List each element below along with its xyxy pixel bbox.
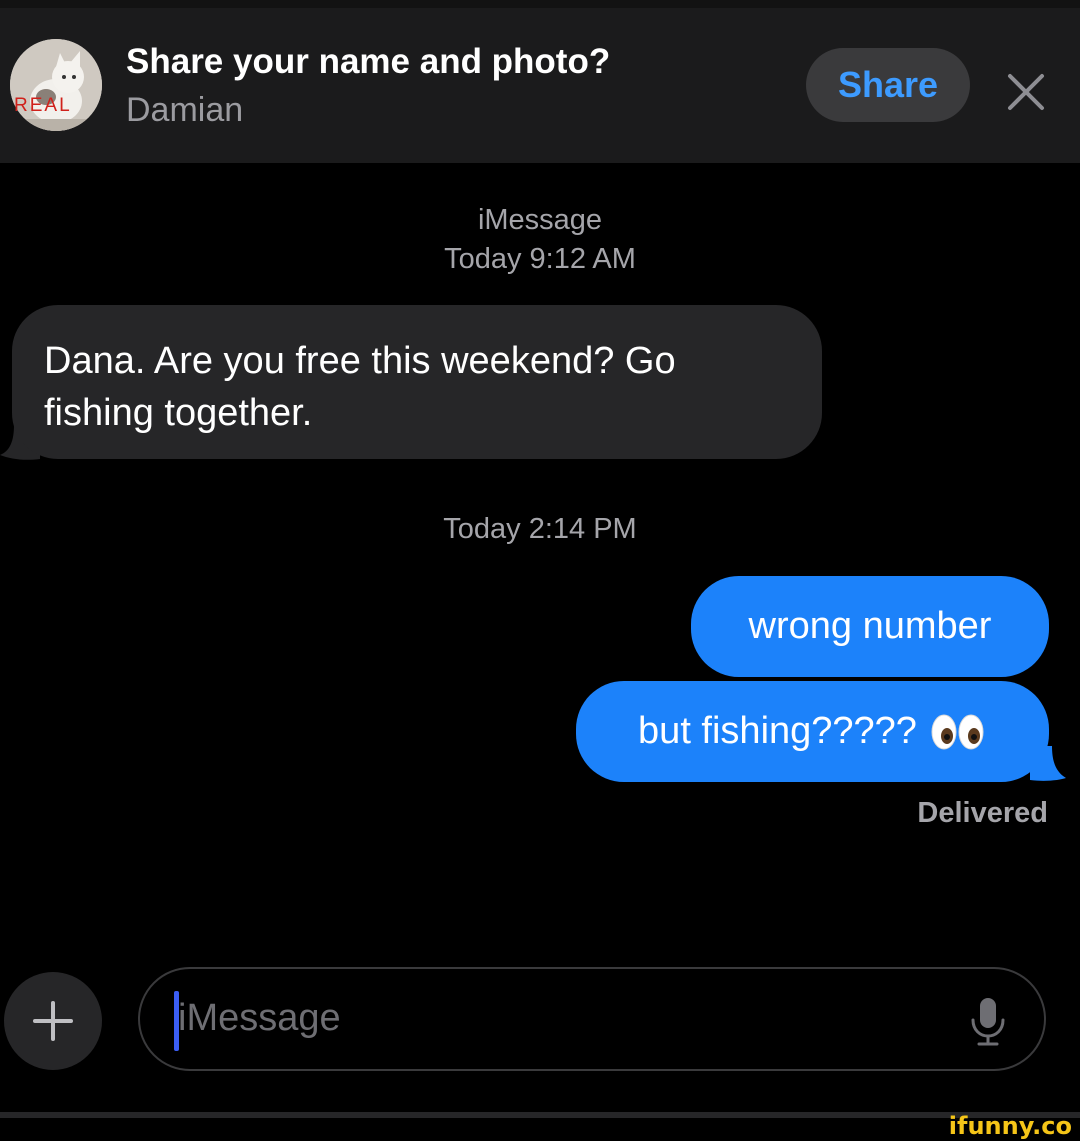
- plus-icon: [33, 1001, 73, 1041]
- outgoing-message-bubble[interactable]: but fishing?????: [576, 681, 1049, 782]
- add-attachment-button[interactable]: [4, 972, 102, 1070]
- eyes-emoji-icon: [931, 714, 984, 749]
- share-button[interactable]: Share: [806, 48, 970, 122]
- incoming-message-bubble[interactable]: Dana. Are you free this weekend? Go fish…: [12, 305, 822, 459]
- service-label: iMessage: [477, 204, 603, 236]
- cat-photo-icon: [10, 39, 102, 131]
- status-strip: [0, 0, 1080, 8]
- share-name-photo-banner: REAL Share your name and photo? Damian S…: [0, 8, 1080, 163]
- divider: [0, 1112, 1080, 1118]
- message-input[interactable]: iMessage: [138, 967, 1046, 1071]
- avatar[interactable]: [10, 39, 102, 131]
- close-icon[interactable]: [1004, 70, 1048, 114]
- message-input-placeholder: iMessage: [178, 997, 341, 1039]
- timestamp: Today 9:12 AM: [444, 243, 636, 275]
- delivery-status: Delivered: [917, 797, 1048, 829]
- message-text: Dana. Are you free this weekend? Go fish…: [44, 340, 676, 434]
- timestamp: Today 2:14 PM: [443, 513, 637, 545]
- banner-name: Damian: [126, 91, 244, 129]
- message-text: wrong number: [748, 605, 992, 647]
- avatar-logo-text: REAL: [14, 95, 72, 116]
- microphone-icon[interactable]: [968, 996, 1008, 1048]
- message-text: but fishing?????: [638, 710, 917, 752]
- watermark: ifunny.co: [948, 1112, 1072, 1140]
- banner-title: Share your name and photo?: [126, 42, 611, 81]
- outgoing-message-bubble[interactable]: wrong number: [691, 576, 1049, 677]
